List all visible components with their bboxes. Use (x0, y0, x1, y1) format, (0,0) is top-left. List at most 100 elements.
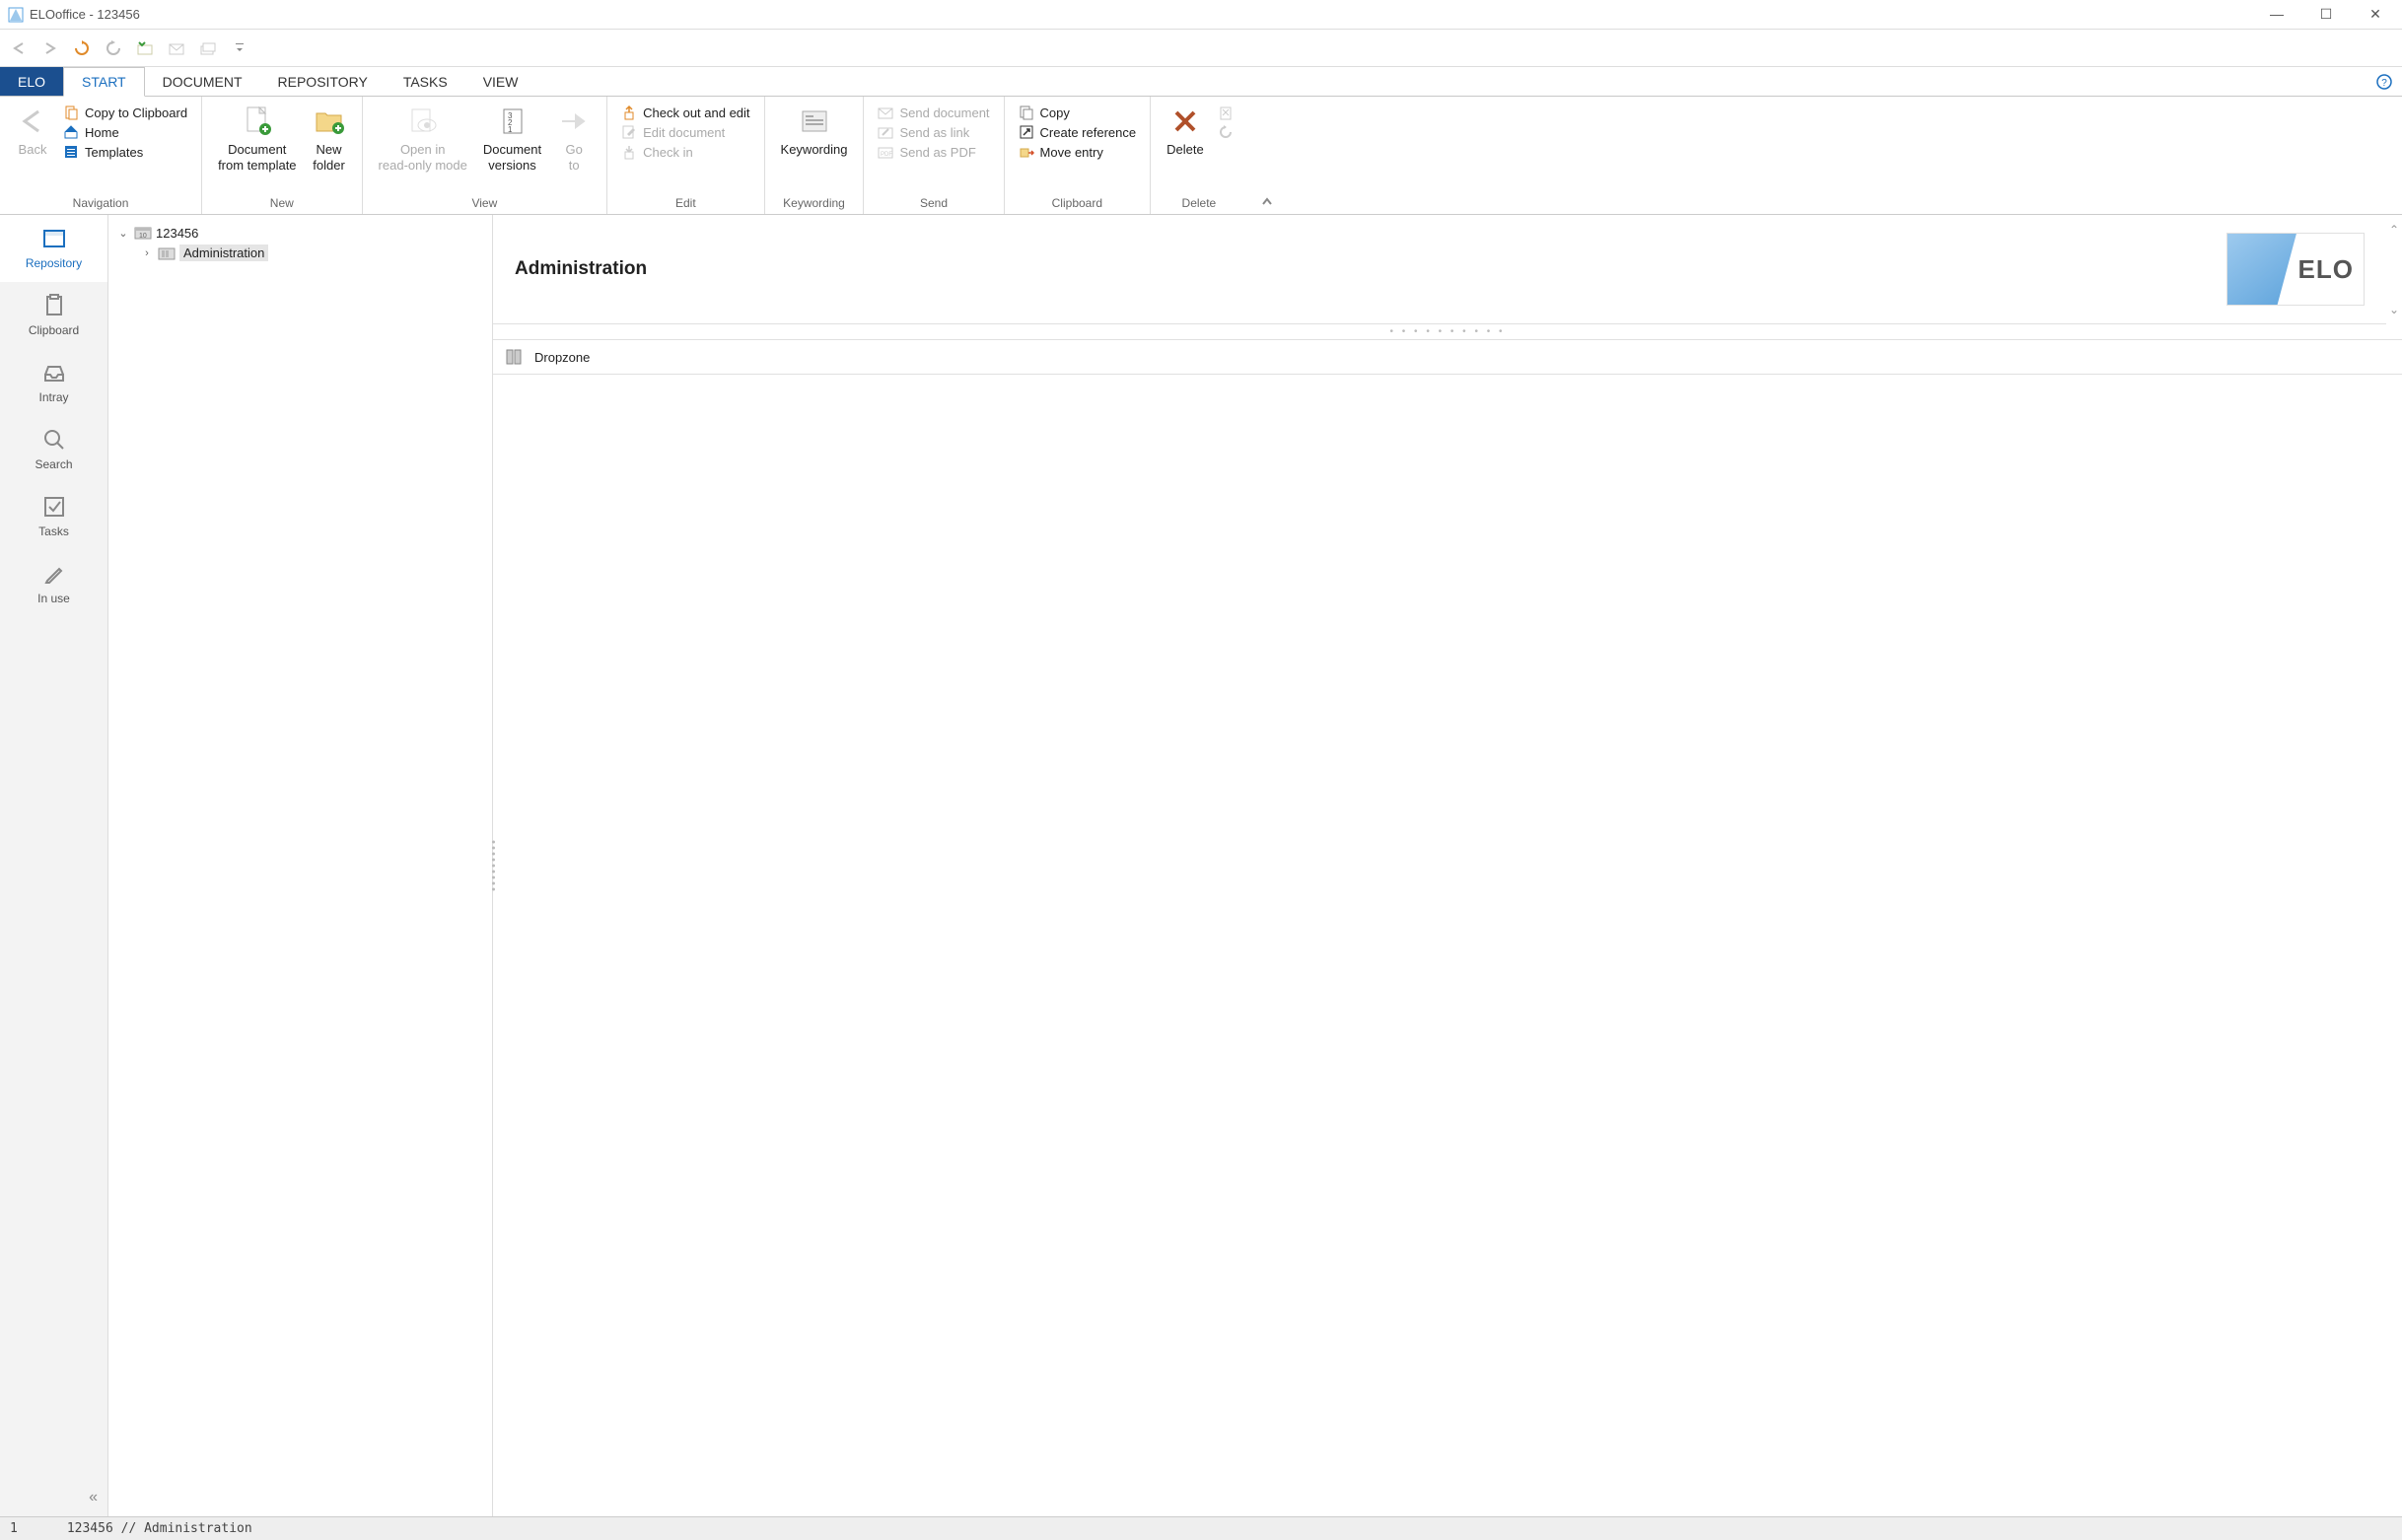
tab-tasks[interactable]: TASKS (386, 67, 465, 96)
tree-root[interactable]: ⌄ 10 123456 (112, 223, 488, 243)
move-entry-button[interactable]: Move entry (1019, 144, 1137, 160)
restore-icon (1218, 105, 1234, 120)
undo-delete-icon (1218, 124, 1234, 140)
titlebar: ELOoffice - 123456 — ☐ ✕ (0, 0, 2402, 30)
group-label-delete: Delete (1159, 194, 1239, 212)
group-label-navigation: Navigation (8, 194, 193, 212)
delete-aux2-button[interactable] (1218, 124, 1234, 140)
search-icon (42, 428, 66, 452)
quick-access-toolbar (0, 30, 2402, 67)
expand-toggle-icon[interactable]: ⌄ (116, 227, 130, 240)
content-title: Administration (515, 258, 2226, 280)
content-body (493, 375, 2402, 1516)
preview-scroll[interactable]: ⌃ ⌄ (2386, 215, 2402, 324)
tab-view[interactable]: VIEW (465, 67, 536, 96)
ribbon-group-send: Send document Send as link PDF Send as P… (864, 97, 1004, 214)
group-label-send: Send (872, 194, 995, 212)
folder-small-icon (158, 245, 176, 261)
copy-button[interactable]: Copy (1019, 105, 1137, 120)
goto-button[interactable]: Goto (549, 101, 599, 176)
send-as-pdf-button[interactable]: PDF Send as PDF (878, 144, 989, 160)
nav-clipboard[interactable]: Clipboard (0, 282, 107, 349)
ribbon-group-view: Open inread-only mode 321 Documentversio… (363, 97, 608, 214)
clipboard-icon (42, 294, 66, 317)
expand-toggle-icon[interactable]: › (140, 247, 154, 259)
templates-icon (63, 144, 79, 160)
tab-start[interactable]: START (63, 67, 145, 97)
home-button[interactable]: Home (63, 124, 187, 140)
new-folder-button[interactable]: Newfolder (305, 101, 354, 176)
mail-stack-icon[interactable] (199, 39, 217, 57)
nav-search[interactable]: Search (0, 416, 107, 483)
refresh-icon[interactable] (73, 39, 91, 57)
svg-text:10: 10 (139, 233, 147, 240)
tab-repository[interactable]: REPOSITORY (260, 67, 386, 96)
minimize-button[interactable]: — (2262, 6, 2292, 23)
ribbon-group-navigation: Back Copy to Clipboard Home Templates Na… (0, 97, 202, 214)
scroll-down-icon[interactable]: ⌄ (2389, 303, 2399, 316)
templates-button[interactable]: Templates (63, 144, 187, 160)
open-readonly-button[interactable]: Open inread-only mode (371, 101, 475, 176)
tree-child-administration[interactable]: › Administration (112, 243, 488, 263)
nav-repository[interactable]: Repository (0, 215, 107, 282)
ribbon-collapse-button[interactable] (1247, 97, 1287, 214)
dropzone-row[interactable]: Dropzone (493, 340, 2402, 375)
ribbon-group-keywording: Keywording Keywording (765, 97, 865, 214)
back-button[interactable]: Back (8, 101, 57, 162)
group-label-edit: Edit (615, 194, 755, 212)
mail-icon[interactable] (168, 39, 185, 57)
nav-inuse[interactable]: In use (0, 550, 107, 617)
send-document-icon (878, 105, 893, 120)
nav-back-icon[interactable] (10, 39, 28, 57)
window-controls: — ☐ ✕ (2262, 6, 2394, 23)
sidenav-collapse-button[interactable]: « (0, 1479, 107, 1516)
edit-document-button[interactable]: Edit document (621, 124, 749, 140)
close-button[interactable]: ✕ (2361, 6, 2390, 23)
keywording-button[interactable]: Keywording (773, 101, 856, 162)
document-from-template-button[interactable]: Documentfrom template (210, 101, 304, 176)
nav-intray[interactable]: Intray (0, 349, 107, 416)
checkin-icon (621, 144, 637, 160)
ribbon-group-new: Documentfrom template Newfolder New (202, 97, 362, 214)
intray-icon (42, 361, 66, 385)
content-panel: Administration ELO ⌃ ⌄ • • • • • • • • •… (493, 215, 2402, 1516)
app-icon (8, 7, 24, 23)
ribbon: Back Copy to Clipboard Home Templates Na… (0, 97, 2402, 215)
reference-icon (1019, 124, 1034, 140)
delete-button[interactable]: Delete (1159, 101, 1212, 162)
copy-icon (1019, 105, 1034, 120)
elo-logo: ELO (2226, 233, 2365, 306)
tab-document[interactable]: DOCUMENT (145, 67, 260, 96)
undo-icon[interactable] (105, 39, 122, 57)
checkout-edit-button[interactable]: Check out and edit (621, 105, 749, 120)
inuse-icon (42, 562, 66, 586)
status-index: 1 (10, 1521, 18, 1536)
tab-elo[interactable]: ELO (0, 67, 63, 96)
delete-aux1-button[interactable] (1218, 105, 1234, 120)
splitter-grip[interactable] (492, 841, 495, 891)
move-icon (1019, 144, 1034, 160)
create-reference-button[interactable]: Create reference (1019, 124, 1137, 140)
check-mail-icon[interactable] (136, 39, 154, 57)
home-icon (63, 124, 79, 140)
nav-forward-icon[interactable] (41, 39, 59, 57)
document-versions-button[interactable]: 321 Documentversions (475, 101, 549, 176)
splitter-horizontal[interactable]: • • • • • • • • • • (493, 324, 2402, 340)
ribbon-group-edit: Check out and edit Edit document Check i… (607, 97, 764, 214)
checkout-icon (621, 105, 637, 120)
tasks-icon (42, 495, 66, 519)
checkin-button[interactable]: Check in (621, 144, 749, 160)
nav-tasks[interactable]: Tasks (0, 483, 107, 550)
scroll-up-icon[interactable]: ⌃ (2389, 223, 2399, 237)
send-as-link-button[interactable]: Send as link (878, 124, 989, 140)
dropzone-label: Dropzone (534, 350, 590, 365)
group-label-clipboard: Clipboard (1013, 194, 1143, 212)
send-document-button[interactable]: Send document (878, 105, 989, 120)
dropzone-icon (505, 348, 523, 366)
repository-icon (42, 227, 66, 250)
svg-text:1: 1 (508, 125, 513, 134)
qat-more-icon[interactable] (231, 39, 248, 57)
maximize-button[interactable]: ☐ (2311, 6, 2341, 23)
help-icon[interactable]: ? (2376, 67, 2392, 96)
copy-to-clipboard-button[interactable]: Copy to Clipboard (63, 105, 187, 120)
